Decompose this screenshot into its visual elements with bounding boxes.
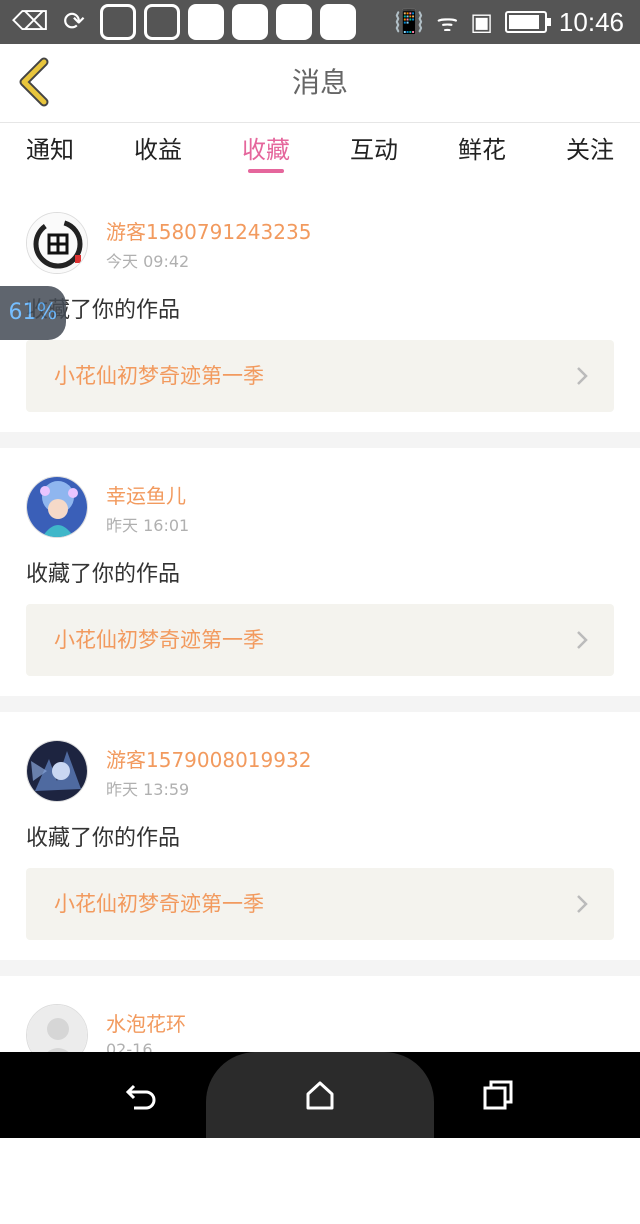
chevron-right-icon	[577, 631, 588, 649]
username[interactable]: 幸运鱼儿	[106, 480, 186, 509]
action-text: 收藏了你的作品	[26, 826, 181, 851]
tab-bar: 通知 收益 收藏 互动 鲜花 关注	[0, 123, 640, 183]
work-title: 小花仙初梦奇迹第一季	[54, 892, 264, 916]
list-item: 游客1579008019932 昨天 13:59 收藏了你的作品 小花仙初梦奇迹…	[0, 712, 640, 960]
work-title: 小花仙初梦奇迹第一季	[54, 364, 264, 388]
chevron-right-icon	[577, 895, 588, 913]
work-title: 小花仙初梦奇迹第一季	[54, 628, 264, 652]
action-text: 收藏了你的作品	[26, 562, 181, 587]
battery-icon	[504, 11, 551, 33]
backspace-icon: ⌫	[12, 7, 49, 37]
timestamp: 昨天 16:01	[106, 516, 190, 535]
page-title: 消息	[291, 66, 348, 99]
username[interactable]: 游客1579008019932	[106, 744, 311, 773]
progress-badge[interactable]: 61%	[0, 286, 66, 340]
list-item: 幸运鱼儿 昨天 16:01 收藏了你的作品 小花仙初梦奇迹第一季	[0, 448, 640, 696]
work-link[interactable]: 小花仙初梦奇迹第一季	[26, 604, 614, 676]
vibrate-icon: 📳	[394, 8, 425, 36]
tab-following[interactable]: 关注	[566, 123, 614, 179]
tab-flowers[interactable]: 鲜花	[458, 123, 506, 179]
username[interactable]: 游客1580791243235	[106, 216, 311, 245]
wifi-icon: ᯤ	[436, 8, 459, 37]
status-right: 📳 ᯤ ▣ 10:46	[394, 0, 624, 44]
work-link[interactable]: 小花仙初梦奇迹第一季	[26, 868, 614, 940]
notification-icon	[188, 4, 224, 40]
sim-icon: ▣	[470, 8, 493, 36]
notification-icon	[144, 4, 180, 40]
tab-interactions[interactable]: 互动	[350, 123, 398, 179]
notification-icon	[232, 4, 268, 40]
divider	[0, 960, 640, 976]
tab-earnings[interactable]: 收益	[134, 123, 182, 179]
chevron-right-icon	[577, 367, 588, 385]
status-bar: ⌫ ⟳ 📳 ᯤ ▣ 10:46	[0, 0, 640, 44]
calligraphy-avatar-icon[interactable]	[26, 212, 88, 274]
app-header: 消息	[0, 44, 640, 123]
notification-icon	[276, 4, 312, 40]
divider	[0, 696, 640, 712]
dark-avatar-icon[interactable]	[26, 740, 88, 802]
recent-apps-icon[interactable]	[481, 1078, 515, 1112]
timestamp: 昨天 13:59	[106, 780, 190, 799]
work-link[interactable]: 小花仙初梦奇迹第一季	[26, 340, 614, 412]
notification-icons: ⌫ ⟳	[12, 4, 356, 40]
clock: 10:46	[558, 6, 624, 37]
sync-icon: ⟳	[63, 7, 85, 37]
home-nav-icon[interactable]	[303, 1078, 337, 1112]
notification-icon	[320, 4, 356, 40]
divider	[0, 432, 640, 448]
username[interactable]: 水泡花环	[106, 1008, 186, 1037]
tab-favorites[interactable]: 收藏	[242, 123, 290, 179]
list-item: 游客1580791243235 今天 09:42 收藏了你的作品 小花仙初梦奇迹…	[0, 184, 640, 432]
tab-notifications[interactable]: 通知	[26, 123, 74, 179]
timestamp: 今天 09:42	[106, 252, 190, 271]
anime-avatar-icon[interactable]	[26, 476, 88, 538]
back-nav-icon[interactable]	[124, 1078, 158, 1112]
notification-icon	[100, 4, 136, 40]
